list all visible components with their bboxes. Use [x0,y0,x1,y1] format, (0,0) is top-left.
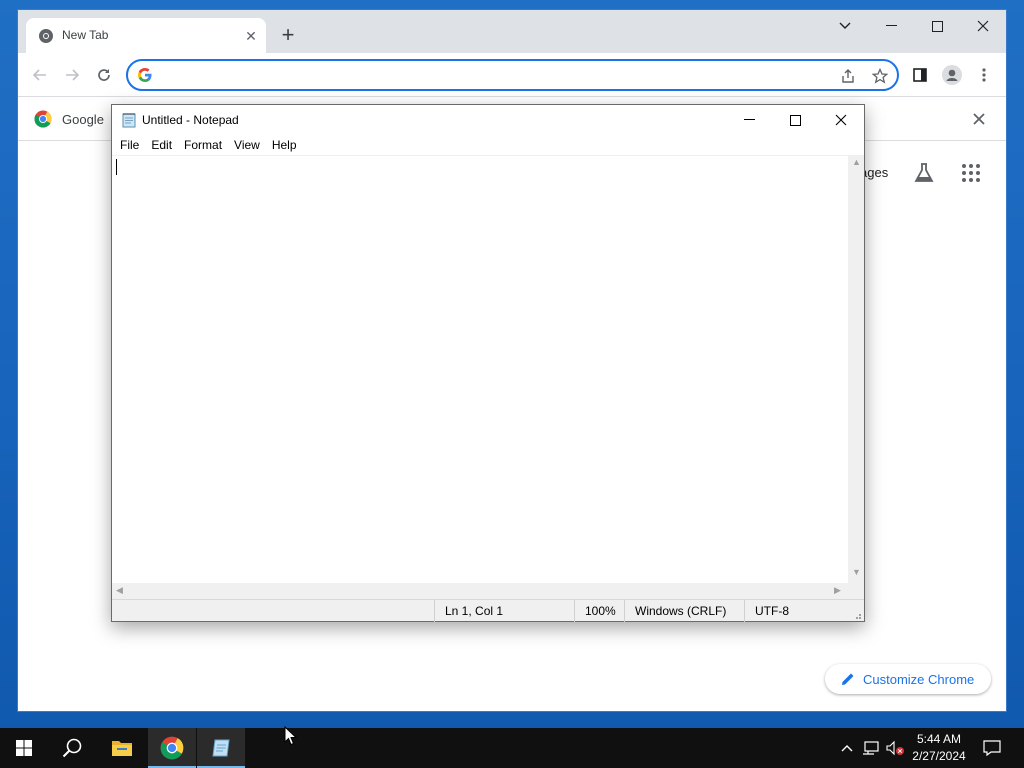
address-input[interactable] [160,65,820,85]
toolbar [18,53,1006,97]
new-tab-button[interactable]: + [276,24,300,48]
chevron-up-icon [841,745,853,752]
chevron-down-icon [839,22,851,29]
status-position: Ln 1, Col 1 [434,600,574,622]
notepad-menubar: File Edit Format View Help [112,135,864,155]
file-explorer-icon [112,741,132,756]
action-center-button[interactable] [976,728,1008,768]
forward-button[interactable] [60,63,84,87]
google-apps-icon[interactable] [961,163,981,183]
customize-chrome-button[interactable]: Customize Chrome [825,664,991,694]
notepad-minimize-button[interactable] [726,105,772,135]
status-zoom: 100% [574,600,624,622]
chrome-icon [160,736,184,760]
network-button[interactable] [860,728,882,768]
chrome-logo-icon [34,110,52,128]
start-icon [16,740,32,756]
google-icon [138,68,152,82]
menu-format[interactable]: Format [178,135,228,155]
avatar-icon [942,65,962,85]
horizontal-scrollbar[interactable]: ◀ ▶ [112,583,848,599]
notepad-text-area[interactable] [112,156,848,583]
network-icon [863,741,879,755]
close-icon[interactable] [970,110,988,128]
notepad-maximize-button[interactable] [772,105,818,135]
minimize-icon [743,119,755,120]
search-icon [62,738,82,758]
scroll-right-icon[interactable]: ▶ [834,585,841,596]
maximize-button[interactable] [914,10,960,42]
notepad-window: Untitled - Notepad File Edit Format View… [111,104,865,622]
labs-flask-icon[interactable] [913,162,935,184]
maximize-icon [789,114,801,126]
tray-overflow-button[interactable] [838,728,856,768]
customize-chrome-label: Customize Chrome [863,671,975,687]
pencil-icon [842,673,854,685]
side-panel-button[interactable] [908,63,932,87]
notepad-taskbar-button[interactable] [197,728,245,768]
arrow-right-icon [66,69,80,81]
notepad-statusbar: Ln 1, Col 1 100% Windows (CRLF) UTF-8 [112,599,864,622]
scroll-down-icon[interactable]: ▼ [852,567,861,577]
tab-title: New Tab [62,28,109,42]
bookmark-google-label: Google [62,111,104,127]
scroll-left-icon[interactable]: ◀ [116,585,123,596]
notepad-titlebar[interactable]: Untitled - Notepad [112,105,864,135]
notification-icon [983,740,1001,756]
notepad-title: Untitled - Notepad [142,113,239,127]
reload-button[interactable] [92,63,116,87]
menu-edit[interactable]: Edit [145,135,178,155]
system-clock[interactable]: 5:44 AM 2/27/2024 [906,731,972,765]
minimize-button[interactable] [868,10,914,42]
close-icon [977,20,989,32]
scrollbar-corner [848,583,864,599]
share-icon[interactable] [840,68,856,84]
profile-button[interactable] [940,63,964,87]
mouse-cursor-icon [284,726,298,746]
scroll-up-icon[interactable]: ▲ [852,157,861,167]
taskbar: 5:44 AM 2/27/2024 [0,728,1024,768]
reload-icon [98,69,110,81]
menu-help[interactable]: Help [266,135,303,155]
address-bar[interactable] [126,59,899,91]
status-encoding: UTF-8 [744,600,848,622]
vertical-scrollbar[interactable]: ▲ ▼ [848,155,864,583]
tab-new-tab[interactable]: New Tab ✕ [26,18,266,53]
close-icon [835,114,847,126]
start-button[interactable] [0,728,48,768]
minimize-icon [885,25,897,26]
chrome-taskbar-button[interactable] [148,728,196,768]
clock-date: 2/27/2024 [912,749,966,763]
close-button[interactable] [960,10,1006,42]
arrow-left-icon [32,69,46,81]
menu-file[interactable]: File [114,135,145,155]
status-line-ending: Windows (CRLF) [624,600,744,622]
tab-search-button[interactable] [822,10,868,42]
menu-button[interactable] [972,63,996,87]
notepad-editor[interactable] [112,155,848,583]
text-caret [116,159,117,175]
tab-close-icon[interactable]: ✕ [242,27,260,45]
menu-view[interactable]: View [228,135,266,155]
kebab-menu-icon [982,68,986,82]
notepad-icon [212,739,230,757]
volume-muted-icon [886,740,904,756]
notepad-close-button[interactable] [818,105,864,135]
search-button[interactable] [48,728,96,768]
notepad-icon [122,113,136,128]
back-button[interactable] [28,63,52,87]
bookmark-google[interactable]: Google [34,110,104,128]
volume-button[interactable] [884,728,906,768]
resize-grip-icon[interactable] [852,610,862,620]
chrome-icon [39,29,53,43]
clock-time: 5:44 AM [916,732,962,746]
star-icon[interactable] [872,68,888,84]
maximize-icon [931,20,943,32]
tab-strip: New Tab ✕ + [18,10,1006,53]
file-explorer-button[interactable] [98,728,146,768]
side-panel-icon [913,68,927,82]
